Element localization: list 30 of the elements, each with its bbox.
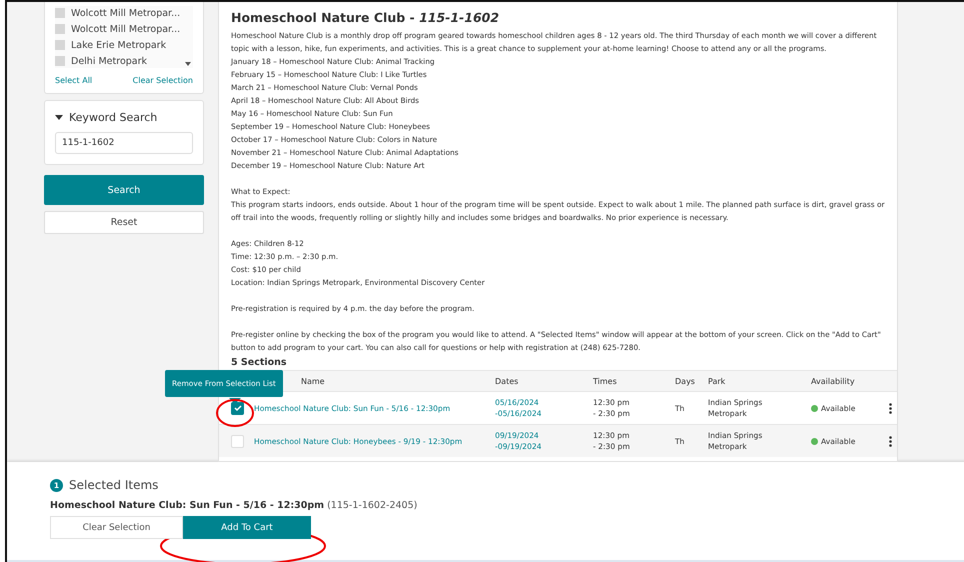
clear-selection-button[interactable]: Clear Selection — [50, 516, 183, 539]
column-header: Availability — [811, 376, 856, 386]
keyword-input[interactable]: 115-1-1602 — [55, 132, 193, 154]
tooltip-arrow-icon — [229, 398, 241, 404]
column-header: Days — [675, 376, 696, 386]
park-option[interactable]: Wolcott Mill Metropar... — [55, 6, 181, 20]
row-checkbox[interactable] — [231, 402, 244, 414]
program-title: Homeschool Nature Club - 115-1-1602 — [231, 10, 500, 25]
column-header: Times — [593, 376, 618, 386]
reset-button[interactable]: Reset — [44, 211, 204, 234]
search-button[interactable]: Search — [44, 175, 204, 205]
column-header: Dates — [495, 376, 520, 386]
check-icon — [234, 404, 242, 412]
select-all-link[interactable]: Select All — [55, 76, 92, 85]
column-header: Name — [301, 376, 325, 386]
caret-icon[interactable] — [55, 115, 63, 120]
selected-item-text: Homeschool Nature Club: Sun Fun - 5/16 - 12:30pm (115-1-1602-2405) — [50, 500, 418, 511]
park-option[interactable]: Lake Erie Metropark — [55, 38, 181, 52]
column-header: Park — [708, 376, 726, 386]
keyword-search-title: Keyword Search — [69, 111, 158, 124]
clear-selection-link[interactable]: Clear Selection — [132, 76, 193, 85]
selected-items-title: Selected Items — [69, 478, 158, 492]
park-option[interactable]: Wolcott Mill Metropar... — [55, 22, 181, 36]
sections-heading: 5 Sections — [231, 357, 288, 368]
scroll-caret-icon[interactable] — [185, 62, 191, 66]
add-to-cart-button[interactable]: Add To Cart — [183, 516, 311, 539]
highlight-ellipse — [216, 399, 254, 427]
more-options-icon[interactable] — [889, 436, 892, 446]
park-option[interactable]: Delhi Metropark — [55, 54, 181, 68]
more-options-icon[interactable] — [889, 402, 892, 414]
